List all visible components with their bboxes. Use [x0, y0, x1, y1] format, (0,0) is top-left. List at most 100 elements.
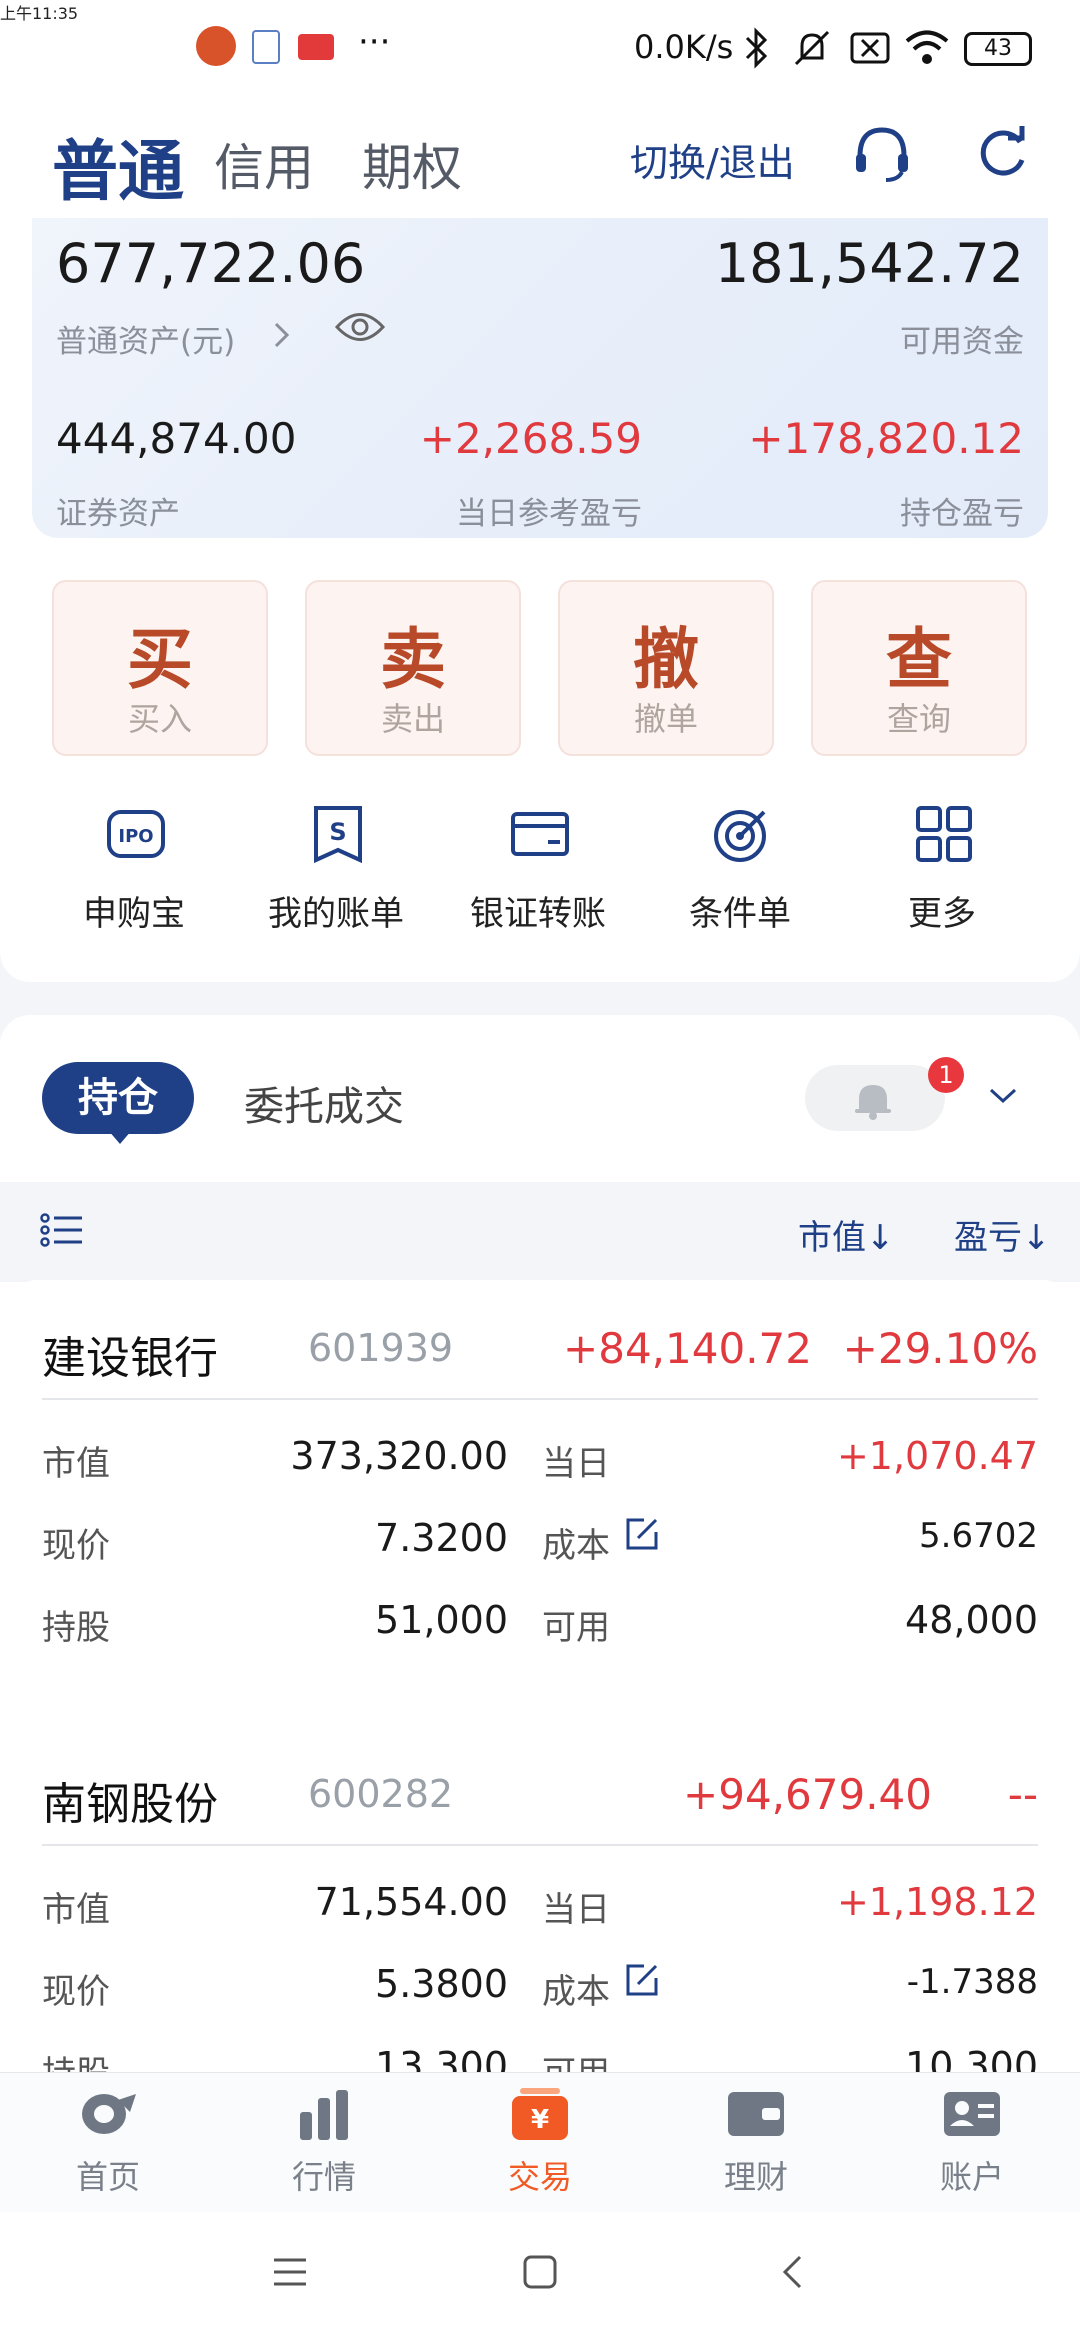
position-pl-label: 持仓盈亏 [900, 496, 1024, 532]
nav-account[interactable]: 账户 [864, 2086, 1080, 2206]
price-label: 现价 [42, 1972, 110, 2012]
trade-wallet-icon: ¥ [512, 2088, 568, 2140]
nav-wealth[interactable]: 理财 [648, 2086, 864, 2206]
net-speed: 0.0K/s [634, 28, 734, 66]
market-value: 71,554.00 [314, 1880, 508, 1924]
home-icon [82, 2094, 136, 2134]
query-label: 查询 [886, 700, 951, 738]
cancel-label: 撤单 [633, 700, 698, 738]
quick-link-condition-order[interactable]: 条件单 [640, 796, 840, 936]
total-assets-value: 677,722.06 [56, 232, 366, 295]
nav-label: 首页 [75, 2158, 140, 2196]
sell-glyph: 卖 [380, 621, 446, 698]
cancel-order-button[interactable]: 撤 撤单 [558, 580, 774, 756]
no-sim-icon [850, 32, 890, 64]
quick-link-more[interactable]: 更多 [842, 796, 1042, 936]
edit-icon[interactable] [624, 1962, 660, 1998]
battery-level: 43 [984, 36, 1012, 61]
id-card-icon [944, 2092, 1000, 2136]
quick-link-bill[interactable]: S 我的账单 [236, 796, 436, 936]
ipo-icon: IPO [107, 810, 165, 858]
buy-button[interactable]: 买 买入 [52, 580, 268, 756]
stock-profit-pct: -- [1007, 1770, 1038, 1819]
divider [42, 1844, 1038, 1846]
svg-text:IPO: IPO [118, 826, 153, 847]
quick-link-label: 更多 [908, 894, 976, 934]
stock-profit: +84,140.72 [563, 1324, 812, 1373]
tab-orders-deals[interactable]: 委托成交 [244, 1074, 404, 1132]
stock-code: 601939 [308, 1326, 454, 1370]
eye-icon[interactable] [334, 308, 386, 346]
quick-link-label: 我的账单 [268, 894, 404, 934]
sort-profit[interactable]: 盈亏↓ [954, 1210, 1051, 1259]
query-button[interactable]: 查 查询 [811, 580, 1027, 756]
battery-icon: 43 [964, 32, 1032, 66]
daily-label: 当日 [542, 1890, 610, 1930]
buy-label: 买入 [127, 700, 192, 738]
price-value: 5.3800 [375, 1962, 508, 2006]
nav-market[interactable]: 行情 [216, 2086, 432, 2206]
available-funds-value: 181,542.72 [714, 232, 1024, 295]
nav-trade[interactable]: ¥ 交易 [432, 2086, 648, 2206]
bluetooth-icon [745, 27, 768, 69]
back-icon[interactable] [780, 2254, 804, 2290]
grid-icon [916, 806, 972, 862]
nav-label: 账户 [939, 2158, 1004, 2196]
quick-link-label: 条件单 [689, 894, 791, 934]
wifi-icon [905, 30, 949, 64]
sort-bar [0, 1182, 1080, 1282]
menu-icon[interactable] [272, 2256, 308, 2288]
card-icon [511, 812, 569, 856]
edit-icon[interactable] [624, 1516, 660, 1552]
total-assets-label[interactable]: 普通资产(元) [56, 316, 235, 361]
calendar-notification-icon [252, 30, 280, 64]
tab-credit[interactable]: 信用 [214, 128, 314, 200]
switch-logout-button[interactable]: 切换/退出 [630, 132, 795, 187]
list-view-icon[interactable] [40, 1212, 84, 1248]
tab-normal[interactable]: 普通 [52, 118, 184, 214]
svg-text:S: S [329, 818, 346, 846]
refresh-icon[interactable] [974, 126, 1030, 182]
tab-options[interactable]: 期权 [362, 128, 462, 200]
app-notification-icon [196, 26, 236, 66]
home-square-icon[interactable] [522, 2254, 558, 2290]
daily-label: 当日 [542, 1444, 610, 1484]
available-value: 48,000 [905, 1598, 1038, 1642]
chevron-right-icon[interactable] [272, 320, 292, 350]
alerts-button[interactable] [805, 1065, 945, 1131]
quick-link-label: 银证转账 [470, 894, 606, 934]
stock-code: 600282 [308, 1772, 454, 1816]
market-value: 373,320.00 [290, 1434, 508, 1478]
sort-market-value[interactable]: 市值↓ [798, 1210, 895, 1259]
svg-text:¥: ¥ [531, 2105, 549, 2135]
price-label: 现价 [42, 1526, 110, 1566]
bill-icon: S [314, 806, 362, 864]
stock-name: 建设银行 [42, 1333, 218, 1384]
chevron-down-icon[interactable] [988, 1086, 1018, 1106]
sell-button[interactable]: 卖 卖出 [305, 580, 521, 756]
quick-link-ipo[interactable]: IPO 申购宝 [34, 796, 234, 936]
securities-assets-value: 444,874.00 [56, 414, 297, 463]
market-value-label: 市值 [42, 1444, 110, 1484]
shares-label: 持股 [42, 1608, 110, 1648]
tab-positions[interactable]: 持仓 [42, 1062, 194, 1134]
bar-chart-icon [300, 2090, 348, 2140]
alerts-badge: 1 [928, 1057, 964, 1093]
target-icon [714, 810, 766, 862]
quick-link-transfer[interactable]: 银证转账 [438, 796, 638, 936]
daily-pl-value: +2,268.59 [419, 414, 642, 463]
stock-name: 南钢股份 [42, 1779, 218, 1830]
daily-value: +1,198.12 [836, 1880, 1038, 1924]
securities-assets-label: 证券资产 [56, 496, 180, 532]
shares-value: 51,000 [375, 1598, 508, 1642]
nav-home[interactable]: 首页 [0, 2086, 216, 2206]
market-value-label: 市值 [42, 1890, 110, 1930]
more-notifications-icon: ··· [358, 22, 391, 62]
daily-pl-label: 当日参考盈亏 [456, 496, 642, 532]
price-value: 7.3200 [375, 1516, 508, 1560]
available-label: 可用 [542, 1608, 610, 1648]
customer-service-icon[interactable] [852, 124, 912, 186]
cancel-glyph: 撤 [633, 621, 699, 698]
cost-label: 成本 [542, 1972, 610, 2012]
stock-profit: +94,679.40 [683, 1770, 932, 1819]
